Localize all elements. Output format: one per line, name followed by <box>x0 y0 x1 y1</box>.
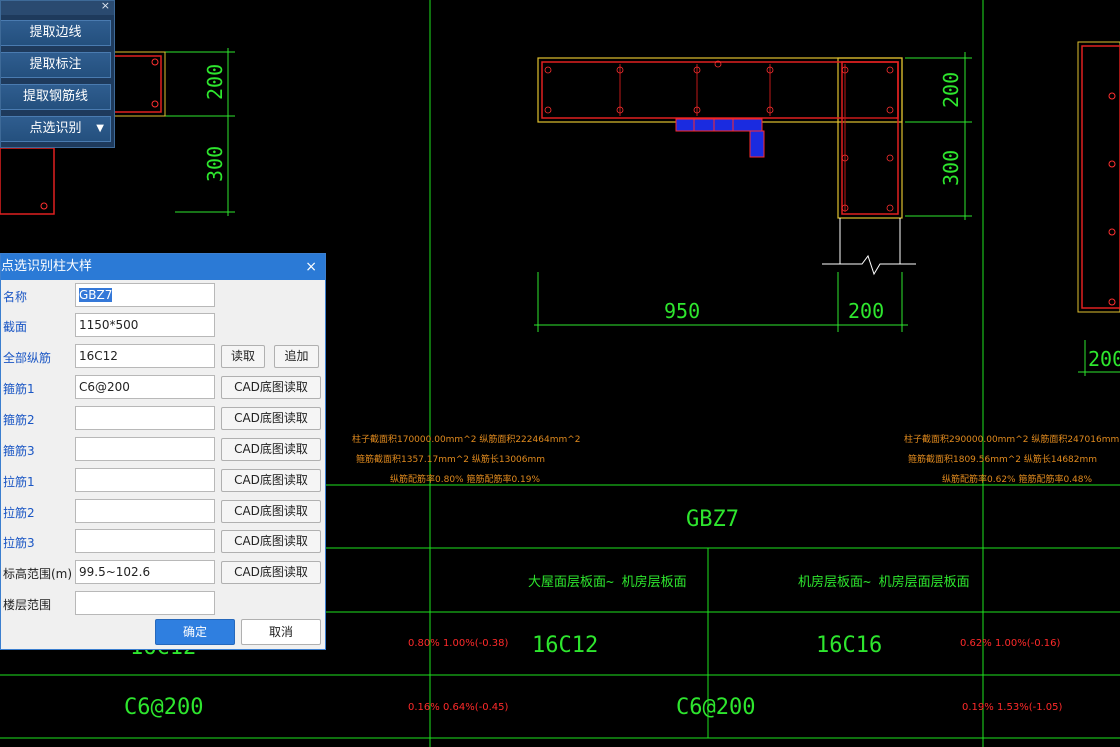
rebar-cell-1: 16C12 <box>532 633 598 658</box>
label-tie-2: 拉筋2 <box>3 506 35 520</box>
column-section-gbz7 <box>537 57 916 276</box>
stats-right-line3: 纵筋配筋率0.62% 箍筋配筋率0.48% <box>942 473 1092 485</box>
dim-center-200-h: 200 <box>848 299 884 323</box>
dim-right-200: 200 <box>1088 347 1120 371</box>
ratio-row2-right: 0.19% 1.53%(-1.05) <box>962 702 1062 713</box>
tie-3-input[interactable] <box>75 529 215 553</box>
tie-3-cad-read-button[interactable]: CAD底图读取 <box>221 530 321 553</box>
table-title: GBZ7 <box>686 507 739 532</box>
ratio-row1-right: 0.62% 1.00%(-0.16) <box>960 638 1060 649</box>
label-all-long-rebar: 全部纵筋 <box>3 351 52 365</box>
elevation-range-input[interactable]: 99.5~102.6 <box>75 560 215 584</box>
tie-2-input[interactable] <box>75 499 215 523</box>
label-name: 名称 <box>3 290 28 304</box>
dialog-close-icon[interactable]: × <box>305 254 317 280</box>
stirrup-3-cad-read-button[interactable]: CAD底图读取 <box>221 438 321 461</box>
label-elevation-range: 标高范围(m) <box>3 567 73 581</box>
stats-right-line1: 柱子截面积290000.00mm^2 纵筋面积247016mm^2 <box>904 433 1120 445</box>
stats-left-line3: 纵筋配筋率0.80% 箍筋配筋率0.19% <box>390 473 540 485</box>
read-button[interactable]: 读取 <box>221 345 265 368</box>
ratio-row1-left: 0.80% 1.00%(-0.38) <box>408 638 508 649</box>
tie-2-cad-read-button[interactable]: CAD底图读取 <box>221 500 321 523</box>
rebar-cell-2: 16C16 <box>816 633 882 658</box>
label-tie-3: 拉筋3 <box>3 536 35 550</box>
label-floor-range: 楼层范围 <box>3 598 52 612</box>
identify-column-dialog: 点选识别柱大样 × 名称 GBZ7 截面 1150*500 全部纵筋 16C12… <box>0 253 326 650</box>
stirrup-cell-1: C6@200 <box>676 695 755 720</box>
ratio-row2-left: 0.16% 0.64%(-0.45) <box>408 702 508 713</box>
all-long-rebar-input[interactable]: 16C12 <box>75 344 215 368</box>
stats-left-line2: 箍筋截面积1357.17mm^2 纵筋长13006mm <box>356 453 545 465</box>
elevation-cad-read-button[interactable]: CAD底图读取 <box>221 561 321 584</box>
stats-left-line1: 柱子截面积170000.00mm^2 纵筋面积222464mm^2 <box>352 433 581 445</box>
point-identify-button[interactable]: 点选识别 ▼ <box>1 116 111 142</box>
dialog-titlebar: 点选识别柱大样 × <box>1 254 325 280</box>
dialog-title: 点选识别柱大样 <box>1 259 93 274</box>
cancel-button[interactable]: 取消 <box>241 619 321 645</box>
label-tie-1: 拉筋1 <box>3 475 35 489</box>
dim-left-200: 200 <box>203 64 227 100</box>
extract-annotation-button[interactable]: 提取标注 <box>1 52 111 78</box>
name-input-value: GBZ7 <box>79 288 113 302</box>
stirrup-2-input[interactable] <box>75 406 215 430</box>
floor-range-input[interactable] <box>75 591 215 615</box>
label-stirrup-2: 箍筋2 <box>3 413 35 427</box>
label-section: 截面 <box>3 320 28 334</box>
section-input[interactable]: 1150*500 <box>75 313 215 337</box>
tie-1-cad-read-button[interactable]: CAD底图读取 <box>221 469 321 492</box>
label-stirrup-3: 箍筋3 <box>3 444 35 458</box>
append-button[interactable]: 追加 <box>274 345 319 368</box>
extract-toolbar: × 提取边线 提取标注 提取钢筋线 点选识别 ▼ <box>0 0 115 148</box>
extract-edge-button[interactable]: 提取边线 <box>1 20 111 46</box>
stirrup-cell-left: C6@200 <box>124 695 203 720</box>
extract-rebar-line-button[interactable]: 提取钢筋线 <box>1 84 111 110</box>
dim-center-300-v: 300 <box>939 150 963 186</box>
stats-right-line2: 箍筋截面积1809.56mm^2 纵筋长14682mm <box>908 453 1097 465</box>
dim-center-950: 950 <box>664 299 700 323</box>
stirrup-2-cad-read-button[interactable]: CAD底图读取 <box>221 407 321 430</box>
col-header-1: 大屋面层板面~ 机房层板面 <box>528 574 687 590</box>
dim-left-300: 300 <box>203 146 227 182</box>
ok-button[interactable]: 确定 <box>155 619 235 645</box>
tie-1-input[interactable] <box>75 468 215 492</box>
label-stirrup-1: 箍筋1 <box>3 382 35 396</box>
point-identify-label: 点选识别 <box>29 121 82 136</box>
dim-center-200-v: 200 <box>939 72 963 108</box>
stirrup-3-input[interactable] <box>75 437 215 461</box>
name-input[interactable]: GBZ7 <box>75 283 215 307</box>
toolbar-titlebar: × <box>1 0 114 15</box>
stirrup-1-input[interactable]: C6@200 <box>75 375 215 399</box>
chevron-down-icon[interactable]: ▼ <box>96 117 104 141</box>
column-section-right-partial <box>1077 41 1120 313</box>
toolbar-close-icon[interactable]: × <box>101 0 110 12</box>
col-header-2: 机房层板面~ 机房层面层板面 <box>798 574 970 590</box>
stirrup-1-cad-read-button[interactable]: CAD底图读取 <box>221 376 321 399</box>
